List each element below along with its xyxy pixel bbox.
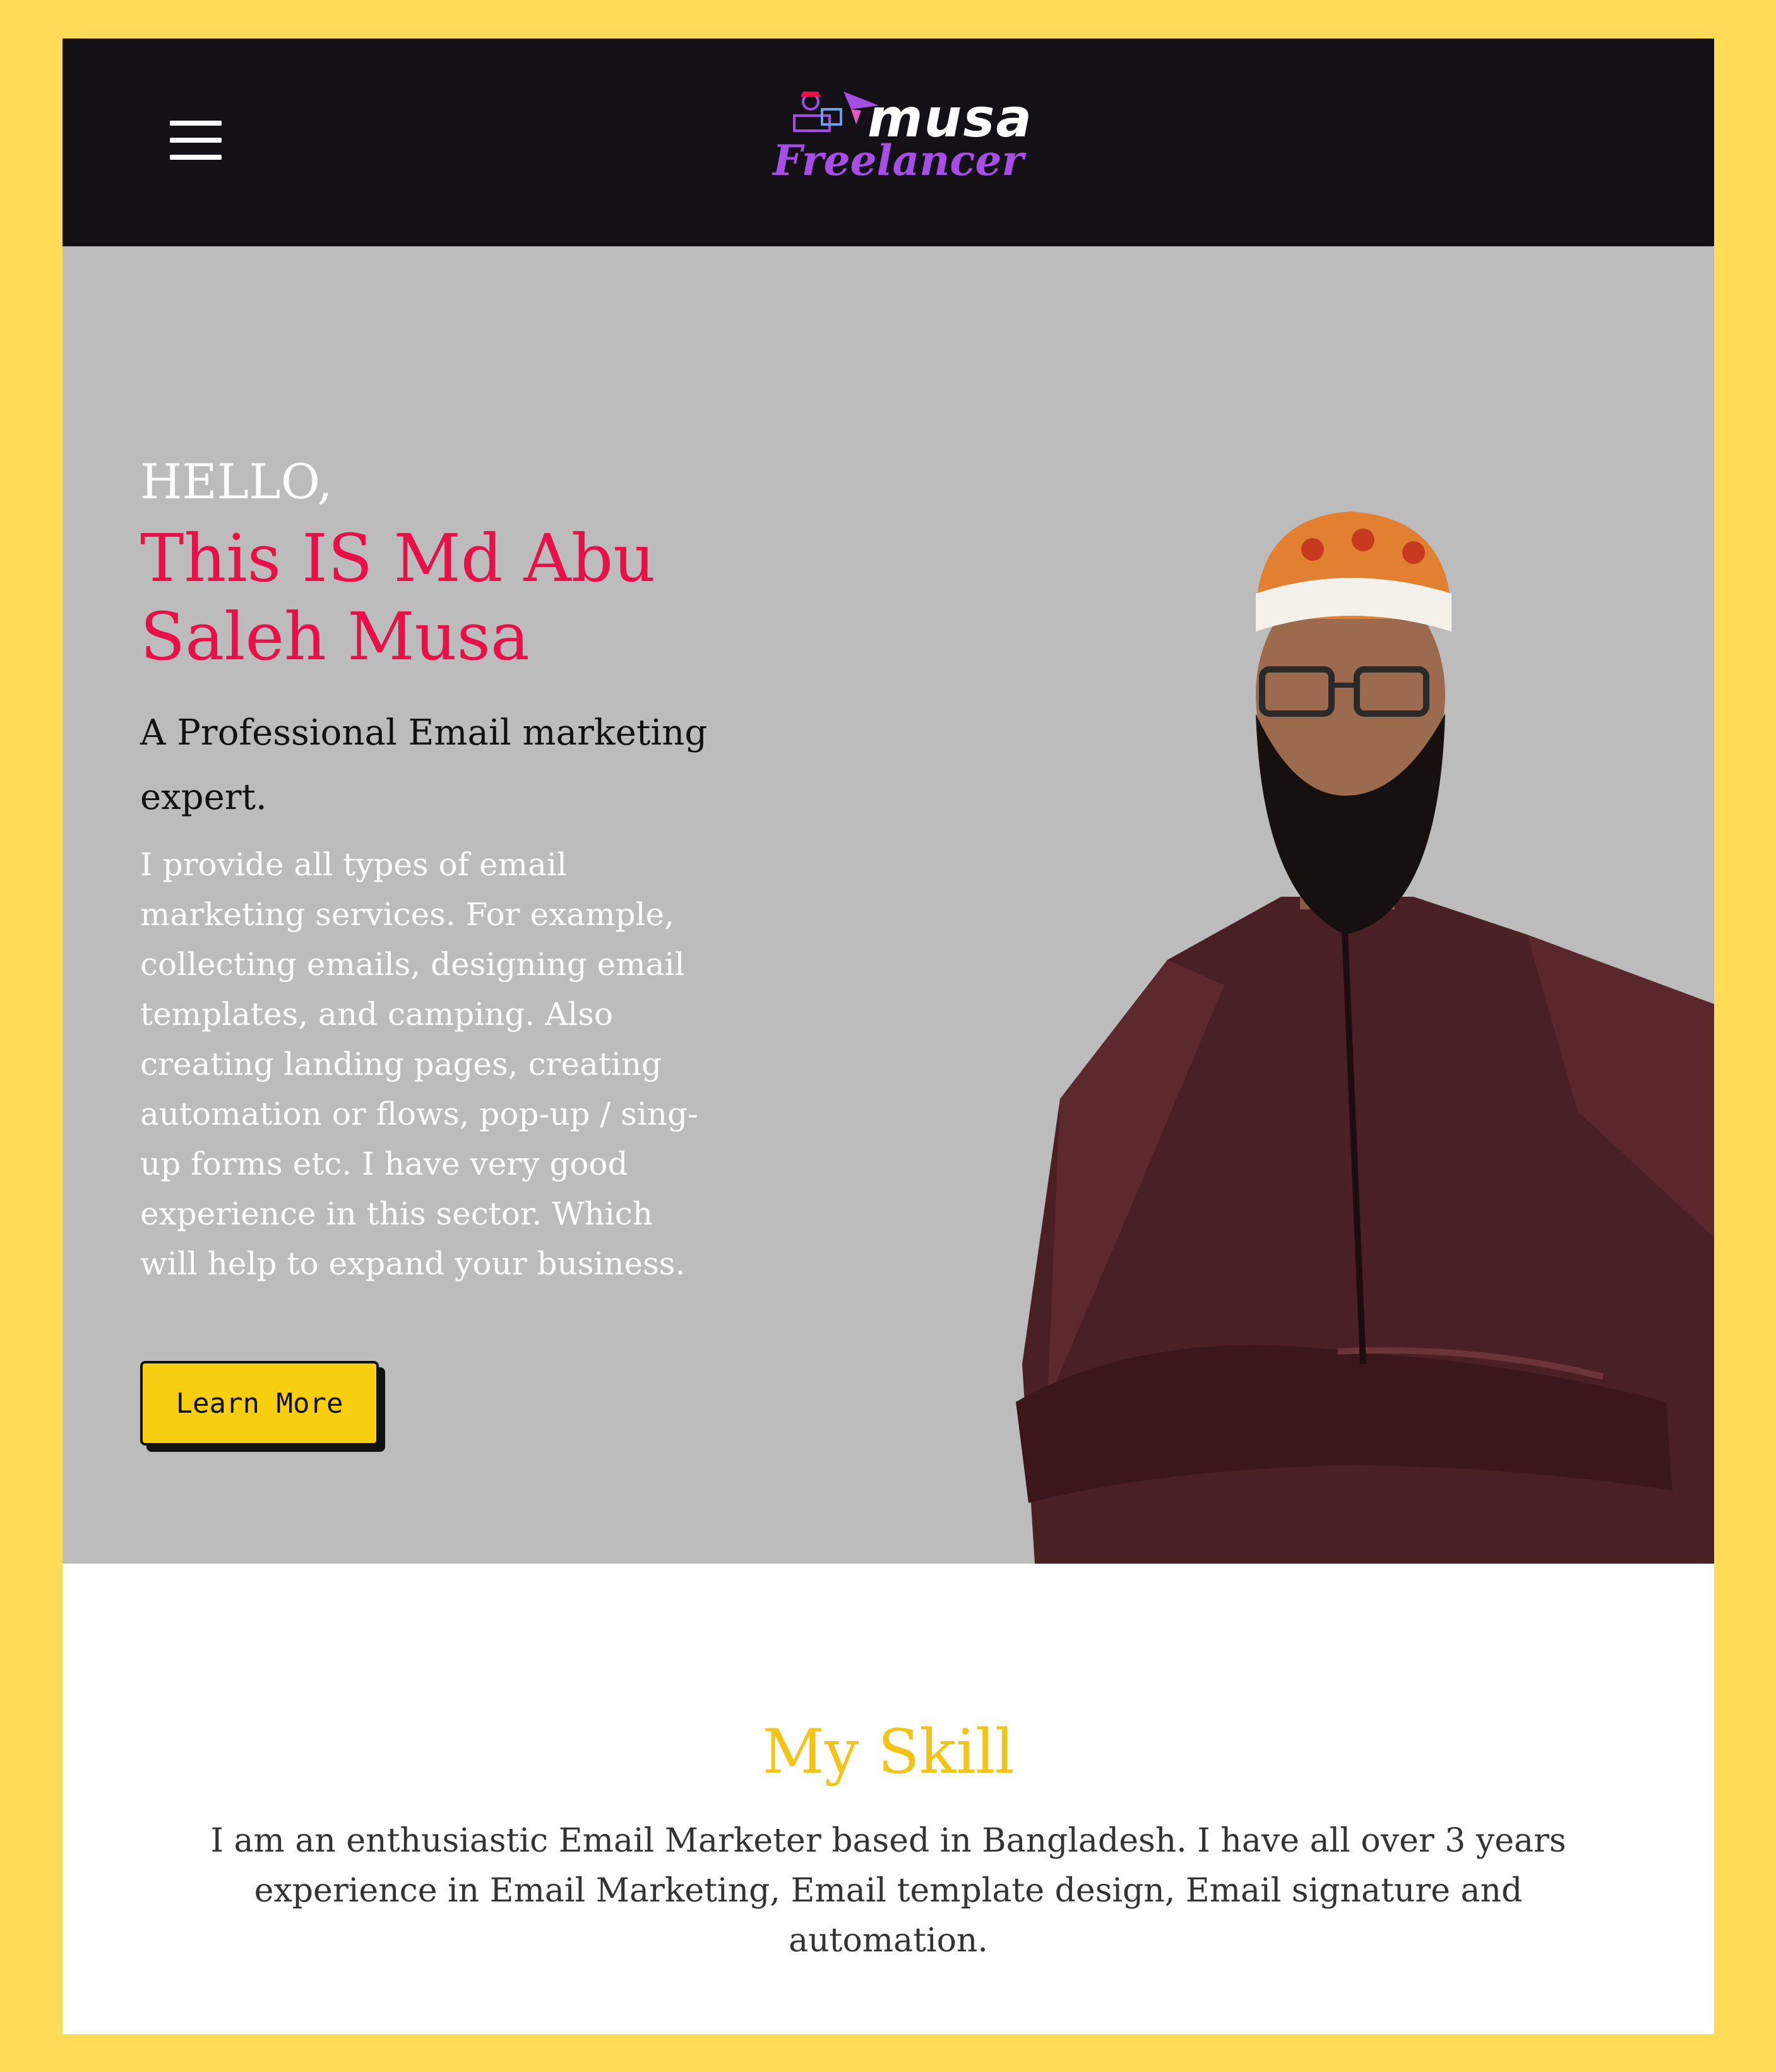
hero-name-heading: This IS Md Abu Saleh Musa	[140, 520, 656, 675]
hero-section: HELLO, This IS Md Abu Saleh Musa A Profe…	[63, 246, 1714, 1564]
learn-more-button[interactable]: Learn More	[140, 1361, 379, 1446]
freelancer-logo-icon	[793, 92, 879, 132]
hamburger-icon[interactable]	[170, 121, 222, 160]
hero-subtitle: A Professional Email marketing expert.	[140, 712, 708, 818]
logo-text-freelancer: Freelancer	[773, 136, 1024, 185]
portrait-photo	[1016, 512, 1714, 1564]
hero-description: I provide all types of email marketing s…	[140, 846, 698, 1282]
site-logo[interactable]: musa Freelancer	[773, 88, 1032, 195]
site-header: musa Freelancer	[63, 39, 1714, 246]
skill-heading: My Skill	[762, 1716, 1015, 1787]
hero-greeting: HELLO,	[140, 453, 333, 510]
skill-section: My Skill I am an enthusiastic Email Mark…	[63, 1564, 1714, 2034]
page-frame: musa Freelancer HELLO, This IS Md Abu Sa…	[63, 39, 1714, 2034]
skill-description: I am an enthusiastic Email Marketer base…	[210, 1822, 1566, 1960]
